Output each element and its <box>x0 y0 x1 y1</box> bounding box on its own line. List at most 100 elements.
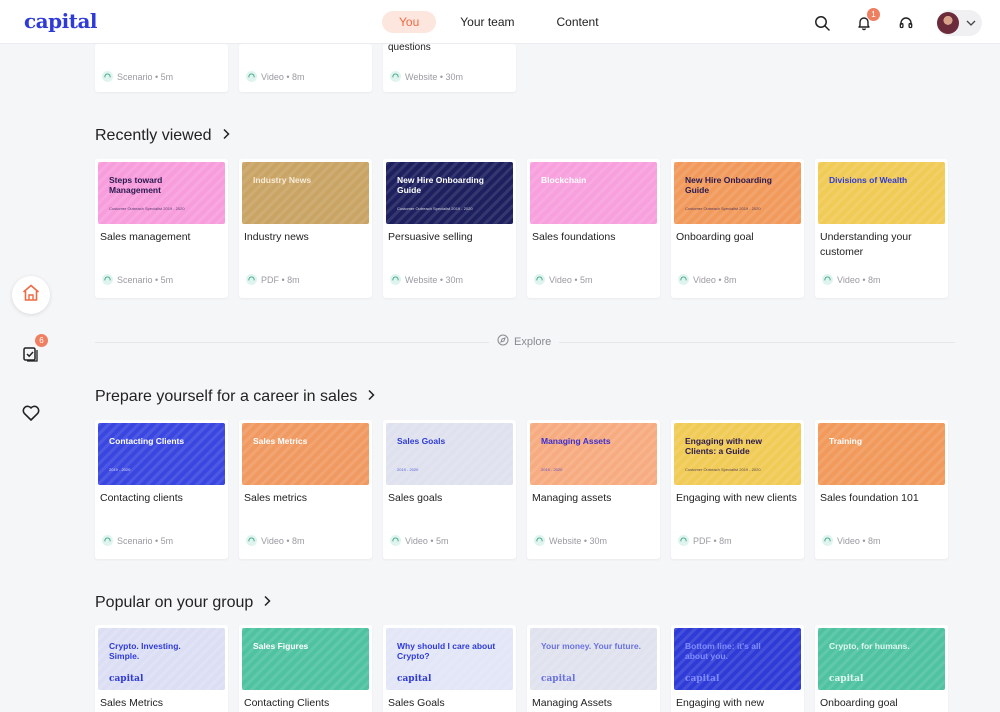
thumbnail-pattern <box>242 628 369 690</box>
thumbnail-title: Engaging with new Clients: a Guide <box>685 436 762 456</box>
thumbnail-pattern <box>818 423 945 485</box>
bell-icon[interactable]: 1 <box>853 8 880 34</box>
content-card[interactable]: Industry News Industry news PDF • 8m <box>239 159 372 298</box>
brand-logo[interactable]: capital <box>24 9 98 33</box>
thumbnail-title: Crypto, for humans. <box>829 641 910 651</box>
card-meta-text: Website • 30m <box>405 71 464 82</box>
thumbnail-title: Steps toward Management <box>109 175 163 195</box>
card-title: Engaging with new <box>676 697 765 709</box>
explore-link[interactable]: Explore <box>489 334 560 349</box>
content-card[interactable]: Crypto, for humans. capital Onboarding goa… <box>815 625 948 712</box>
thumbnail-pattern <box>242 423 369 485</box>
headphones-icon <box>822 535 833 546</box>
tab-you[interactable]: You <box>382 11 437 33</box>
section-title-text: Popular on your group <box>95 594 254 611</box>
tab-your-team[interactable]: Your team <box>442 11 532 33</box>
thumbnail-title: Sales Goals <box>397 436 446 446</box>
thumbnail-subtitle: Customer Outreach Specialist 2019 - 2020 <box>397 206 473 211</box>
chevron-right-icon <box>367 388 375 406</box>
card-title: Contacting Clients <box>244 697 330 709</box>
compass-icon <box>497 334 509 349</box>
card-thumbnail: Crypto, for humans. capital <box>818 628 945 690</box>
headphones-icon <box>390 71 401 82</box>
card-thumbnail: Managing Assets 2019 - 2020 <box>530 423 657 485</box>
content-card[interactable]: Bottom line: it's all about you. capital E… <box>671 625 804 712</box>
content-card[interactable]: Your money. Your future. capital Managing … <box>527 625 660 712</box>
content-card[interactable]: Why should I care about Crypto? capital Sa… <box>383 625 516 712</box>
tasks-badge: 6 <box>35 334 48 347</box>
card-meta-text: Video • 5m <box>405 535 449 546</box>
card-title: Engaging with new clients <box>676 492 797 504</box>
card-meta-text: Video • 8m <box>837 535 881 546</box>
headphones-icon <box>246 535 257 546</box>
card-meta: Video • 8m <box>246 535 305 546</box>
content-card[interactable]: Managing Assets 2019 - 2020 Managing asset… <box>527 420 660 559</box>
content-card[interactable]: Contacting Clients 2019 - 2020 Contacting … <box>95 420 228 559</box>
card-thumbnail: Engaging with new Clients: a Guide Custom… <box>674 423 801 485</box>
content-card[interactable]: Scenario • 5m <box>95 44 228 92</box>
card-thumbnail: Blockchain <box>530 162 657 224</box>
thumbnail-title: Your money. Your future. <box>541 641 641 651</box>
thumbnail-subtitle: capital <box>541 674 576 684</box>
profile-menu[interactable] <box>937 10 982 36</box>
card-title: Persuasive selling <box>388 231 473 243</box>
card-meta-text: Website • 30m <box>549 535 608 546</box>
card-title: questions <box>388 42 431 53</box>
thumbnail-title: New Hire Onboarding Guide <box>685 175 772 195</box>
thumbnail-pattern <box>386 423 513 485</box>
card-meta: Scenario • 5m <box>102 274 173 285</box>
card-meta-text: PDF • 8m <box>261 274 300 285</box>
thumbnail-title: Training <box>829 436 863 446</box>
thumbnail-subtitle: 2019 - 2020 <box>397 467 419 472</box>
search-icon[interactable] <box>811 12 833 34</box>
content-card[interactable]: Sales Goals 2019 - 2020 Sales goals Video •… <box>383 420 516 559</box>
card-meta-text: Scenario • 5m <box>117 535 174 546</box>
thumbnail-title: Why should I care about Crypto? <box>397 641 496 661</box>
home-button[interactable] <box>12 276 50 314</box>
section-title-popular[interactable]: Popular on your group <box>95 594 271 612</box>
content-card[interactable]: Video • 8m <box>239 44 372 92</box>
content-card[interactable]: Training Sales foundation 101 Video • 8m <box>815 420 948 559</box>
card-title: Sales foundation 101 <box>820 492 919 504</box>
card-meta-text: Video • 8m <box>693 274 737 285</box>
thumbnail-title: Industry News <box>253 175 312 185</box>
card-thumbnail: Contacting Clients 2019 - 2020 <box>98 423 225 485</box>
section-title-text: Recently viewed <box>95 127 212 144</box>
section-title-career[interactable]: Prepare yourself for a career in sales <box>95 388 375 406</box>
content-card[interactable]: Crypto. Investing. Simple. capital Sales M… <box>95 625 228 712</box>
headphones-icon <box>246 274 257 285</box>
section-title-recently-viewed[interactable]: Recently viewed <box>95 127 230 145</box>
card-title: Contacting clients <box>100 492 183 504</box>
content-card[interactable]: New Hire Onboarding Guide Customer Outrea… <box>671 159 804 298</box>
content-card[interactable]: Sales Figures Contacting Clients <box>239 625 372 712</box>
card-thumbnail: Training <box>818 423 945 485</box>
chevron-down-icon <box>966 20 976 26</box>
card-thumbnail: Bottom line: it's all about you. capital <box>674 628 801 690</box>
headset-icon[interactable] <box>895 12 917 34</box>
content-card[interactable]: Divisions of Wealth Understanding your cu… <box>815 159 948 298</box>
favorites-button[interactable] <box>12 396 50 434</box>
tab-content[interactable]: Content <box>539 11 617 33</box>
content-card[interactable]: Blockchain Sales foundations Video • 5m <box>527 159 660 298</box>
card-thumbnail: Sales Figures <box>242 628 369 690</box>
card-meta-text: Video • 5m <box>549 274 593 285</box>
home-icon <box>21 283 41 308</box>
content-card[interactable]: Engaging with new Clients: a Guide Custom… <box>671 420 804 559</box>
card-title: Sales Goals <box>388 697 445 709</box>
headphones-icon <box>534 274 545 285</box>
card-thumbnail: Crypto. Investing. Simple. capital <box>98 628 225 690</box>
card-thumbnail: Divisions of Wealth <box>818 162 945 224</box>
content-card[interactable]: New Hire Onboarding Guide Customer Outrea… <box>383 159 516 298</box>
headphones-icon <box>534 535 545 546</box>
tasks-button[interactable]: 6 <box>12 334 50 374</box>
card-meta: Website • 30m <box>390 71 463 82</box>
headphones-icon <box>246 71 257 82</box>
thumbnail-title: New Hire Onboarding Guide <box>397 175 484 195</box>
heart-icon <box>21 403 41 428</box>
card-thumbnail: Industry News <box>242 162 369 224</box>
content-card[interactable]: Steps toward Management Customer Outreach… <box>95 159 228 298</box>
content-card[interactable]: questions Website • 30m <box>383 42 516 92</box>
content-card[interactable]: Sales Metrics Sales metrics Video • 8m <box>239 420 372 559</box>
card-title: Sales Metrics <box>100 697 164 709</box>
main-nav: You Your team Content <box>382 11 623 33</box>
